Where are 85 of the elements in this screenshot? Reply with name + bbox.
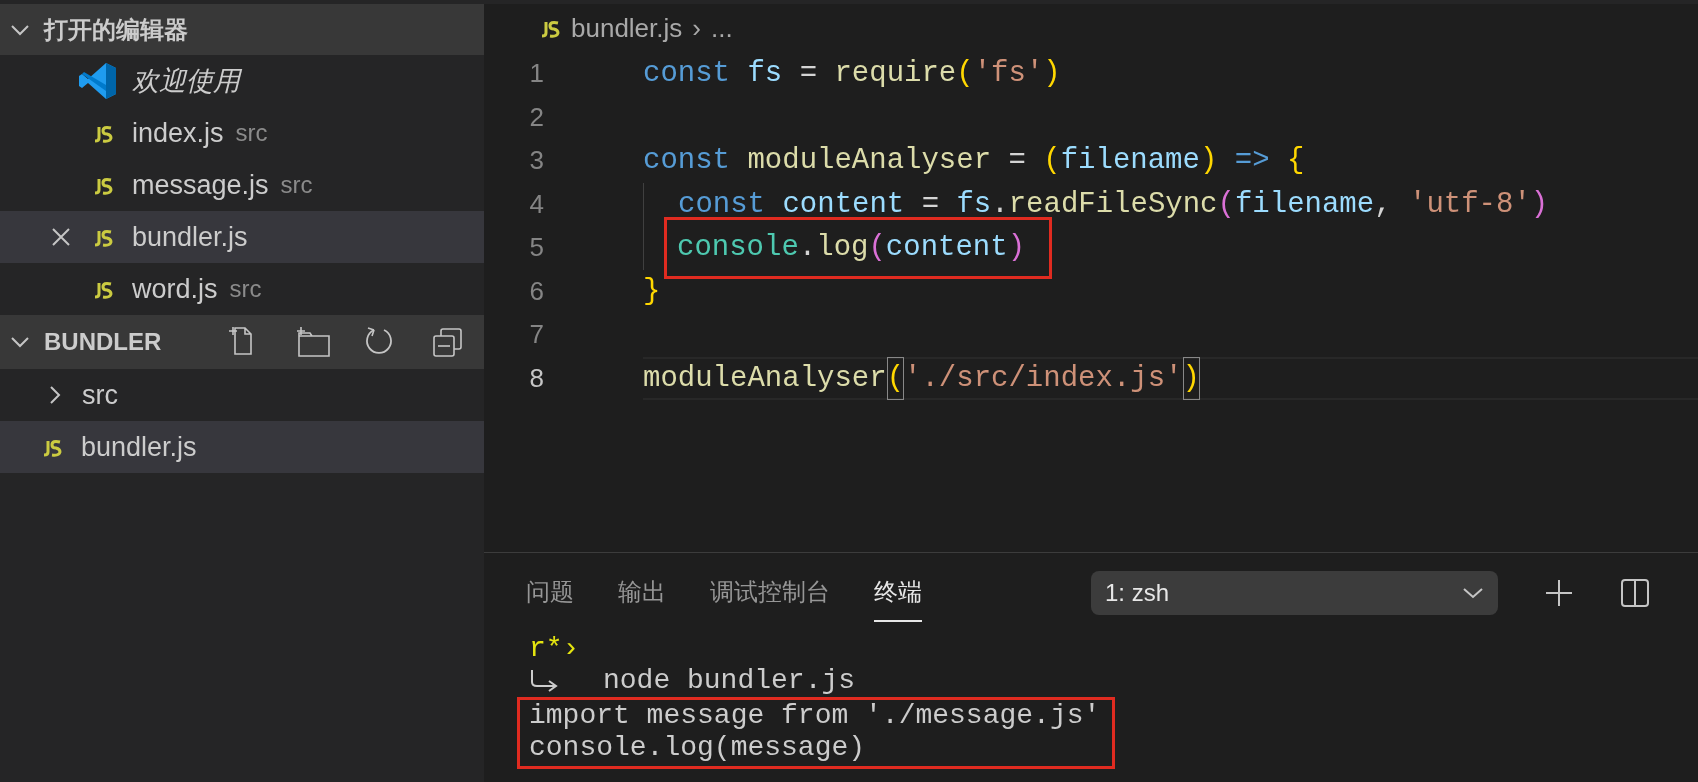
line-number: 3 <box>528 144 544 178</box>
panel-tab[interactable]: 调试控制台 <box>710 564 830 622</box>
open-editor-item[interactable]: bundler.js <box>0 211 484 263</box>
code-token: . <box>798 230 817 266</box>
file-name: word.js <box>132 272 218 306</box>
panel-tab[interactable]: 终端 <box>874 564 922 622</box>
code-token: ) <box>1043 56 1061 92</box>
file-path: src <box>229 274 262 304</box>
breadcrumb-item[interactable]: bundler.js <box>571 8 683 48</box>
section-title: 打开的编辑器 <box>44 14 188 45</box>
tree-item[interactable]: src <box>0 369 484 421</box>
code-token: const <box>643 143 731 179</box>
code-token: require <box>834 56 957 92</box>
code-token: { <box>1286 143 1305 179</box>
split-terminal-icon[interactable] <box>1620 578 1650 608</box>
folder-name: src <box>82 378 118 412</box>
file-name: message.js <box>132 168 269 202</box>
tree-item[interactable]: bundler.js <box>0 421 484 473</box>
code-token: ) <box>1530 186 1549 223</box>
code-token: log <box>816 230 869 266</box>
code-token: ) <box>1182 356 1200 400</box>
file-name: 欢迎使用 <box>132 64 240 98</box>
open-editor-item[interactable]: index.js src <box>0 107 484 159</box>
code-token: content <box>782 186 905 223</box>
file-name: index.js <box>132 116 224 150</box>
open-editor-item[interactable]: word.js src <box>0 263 484 315</box>
line-number: 6 <box>528 274 544 308</box>
code-token: = <box>1007 143 1027 179</box>
file-path: src <box>235 118 268 148</box>
line-number: 8 <box>528 361 544 395</box>
file-name: bundler.js <box>81 430 197 464</box>
code-token: => <box>1234 143 1271 179</box>
new-folder-icon[interactable] <box>296 326 332 358</box>
terminal-dropdown[interactable]: 1: zsh <box>1091 571 1498 615</box>
line-number: 1 <box>528 57 544 91</box>
file-name: bundler.js <box>132 220 248 254</box>
vscode-logo-icon <box>78 61 118 101</box>
code-token: , <box>1374 186 1393 223</box>
chevron-down-icon <box>1462 586 1484 600</box>
terminal-command: node bundler.js <box>603 665 856 697</box>
code-token: moduleAnalyser <box>643 360 887 397</box>
terminal-output-line: console.log(message) <box>529 732 867 764</box>
code-token: filename <box>1060 143 1200 179</box>
breadcrumb-separator: › <box>692 11 701 45</box>
code-token: fs <box>956 186 992 223</box>
code-token: content <box>885 230 1008 266</box>
code-token: 'fs' <box>973 56 1044 92</box>
breadcrumb-item[interactable]: ... <box>711 8 733 48</box>
file-path: src <box>280 170 313 200</box>
code-token: readFileSync <box>1008 186 1218 223</box>
code-token: './src/index.js' <box>904 360 1183 397</box>
code-token: ( <box>1043 143 1061 179</box>
section-title: BUNDLER <box>44 327 163 357</box>
section-header[interactable]: 打开的编辑器 <box>0 4 484 55</box>
code-token: ( <box>1217 186 1235 223</box>
section-header[interactable]: BUNDLER <box>0 315 484 369</box>
line-number: 2 <box>528 100 544 134</box>
terminal-output-line: import message from './message.js' <box>529 700 1101 732</box>
code-token: fs <box>747 56 783 92</box>
code-token: = <box>798 56 819 92</box>
close-icon <box>50 226 72 248</box>
code-token: ) <box>1199 143 1219 179</box>
line-number: 7 <box>528 318 544 352</box>
code-token: = <box>920 186 941 223</box>
line-number: 4 <box>528 187 544 221</box>
line-number: 5 <box>528 231 544 265</box>
code-token: console <box>677 230 799 266</box>
code-token: ( <box>868 230 886 266</box>
code-token: ) <box>1007 230 1026 266</box>
terminal-prompt: r*› <box>529 633 580 665</box>
return-arrow-icon <box>529 670 559 692</box>
code-token: ( <box>956 56 974 92</box>
panel-tab[interactable]: 输出 <box>618 564 666 622</box>
code-token: 'utf-8' <box>1409 186 1531 223</box>
code-token: const <box>678 186 766 223</box>
code-token: ( <box>886 356 905 400</box>
code-token: } <box>643 273 661 310</box>
plus-icon[interactable] <box>1544 578 1574 608</box>
open-editor-item[interactable]: 欢迎使用 <box>0 55 484 107</box>
code-token: filename <box>1234 186 1375 223</box>
open-editor-item[interactable]: message.js src <box>0 159 484 211</box>
code-token: . <box>991 186 1009 223</box>
code-token: moduleAnalyser <box>747 143 992 179</box>
panel-tab[interactable]: 问题 <box>526 564 574 622</box>
code-token: const <box>643 56 731 92</box>
